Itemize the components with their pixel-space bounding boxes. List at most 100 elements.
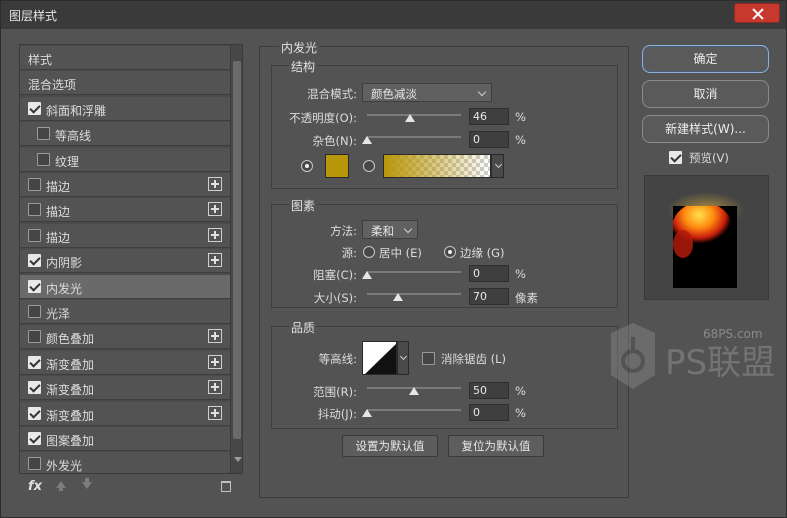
add-effect-icon[interactable] xyxy=(208,354,222,369)
style-item-11[interactable]: 颜色叠加 xyxy=(20,325,230,350)
antialias-checkbox[interactable] xyxy=(422,352,435,365)
style-item-checkbox[interactable] xyxy=(28,305,41,318)
style-item-checkbox[interactable] xyxy=(28,381,41,395)
choke-slider[interactable] xyxy=(367,271,461,273)
style-item-checkbox[interactable] xyxy=(28,254,41,268)
style-item-checkbox[interactable] xyxy=(28,457,41,471)
opacity-input[interactable]: 46 xyxy=(469,108,509,125)
close-button[interactable] xyxy=(734,3,780,23)
scrollbar-thumb[interactable] xyxy=(233,61,241,439)
style-item-checkbox[interactable] xyxy=(37,127,50,141)
style-item-14[interactable]: 渐变叠加 xyxy=(20,401,230,426)
range-input[interactable]: 50 xyxy=(469,382,509,399)
gradient-radio[interactable] xyxy=(363,160,375,172)
jitter-slider-thumb[interactable] xyxy=(362,409,372,417)
style-item-checkbox[interactable] xyxy=(28,279,41,293)
style-item-10[interactable]: 光泽 xyxy=(20,300,230,324)
noise-input[interactable]: 0 xyxy=(469,131,509,148)
style-item-label: 等高线 xyxy=(55,129,92,144)
source-edge-radio[interactable] xyxy=(444,246,456,258)
solid-color-radio[interactable] xyxy=(301,160,313,172)
move-up-icon[interactable] xyxy=(56,481,66,491)
chevron-down-icon xyxy=(403,224,413,234)
gradient-dropdown[interactable] xyxy=(491,154,504,178)
add-effect-icon[interactable] xyxy=(208,380,222,395)
style-item-12[interactable]: 渐变叠加 xyxy=(20,350,230,375)
style-item-label: 纹理 xyxy=(55,154,80,169)
cancel-button[interactable]: 取消 xyxy=(642,80,769,108)
title-bar[interactable]: 图层样式 xyxy=(1,1,786,29)
move-down-icon[interactable] xyxy=(82,478,92,489)
style-item-5[interactable]: 描边 xyxy=(20,173,230,197)
blend-mode-select[interactable]: 颜色减淡 xyxy=(362,83,492,102)
add-effect-icon[interactable] xyxy=(208,227,222,242)
fx-button[interactable]: fx xyxy=(28,479,42,494)
ok-button[interactable]: 确定 xyxy=(642,45,769,73)
glow-gradient-picker[interactable] xyxy=(383,154,491,178)
style-item-checkbox[interactable] xyxy=(28,203,41,217)
style-item-label: 内阴影 xyxy=(46,256,83,271)
scroll-down-arrow-icon[interactable] xyxy=(234,457,242,462)
style-item-4[interactable]: 纹理 xyxy=(20,147,230,172)
choke-slider-thumb[interactable] xyxy=(362,271,372,279)
contour-picker[interactable] xyxy=(362,341,397,375)
add-effect-icon[interactable] xyxy=(208,177,222,191)
style-item-16[interactable]: 外发光 xyxy=(20,452,230,473)
choke-input[interactable]: 0 xyxy=(469,265,509,282)
style-item-label: 渐变叠加 xyxy=(46,408,95,423)
size-input[interactable]: 70 xyxy=(469,288,509,305)
opacity-slider-thumb[interactable] xyxy=(405,114,416,122)
reset-default-button[interactable]: 复位为默认值 xyxy=(448,435,544,457)
style-item-checkbox[interactable] xyxy=(28,355,41,369)
glow-color-swatch[interactable] xyxy=(325,154,349,178)
noise-slider-thumb[interactable] xyxy=(362,136,372,144)
add-effect-icon[interactable] xyxy=(208,329,222,344)
layer-style-dialog: 图层样式 外发光 图案叠加 渐变叠加 渐变叠加 渐变叠加 颜色叠加 光泽 内发光 内阴影 描边 描边… xyxy=(0,0,787,518)
contour-dropdown[interactable] xyxy=(397,341,409,375)
style-item-7[interactable]: 描边 xyxy=(20,223,230,248)
style-item-label: 斜面和浮雕 xyxy=(46,103,107,118)
style-item-6[interactable]: 描边 xyxy=(20,198,230,223)
panel-title: 内发光 xyxy=(279,39,320,56)
preview-checkbox[interactable] xyxy=(669,151,682,164)
style-item-0[interactable]: 样式 xyxy=(20,46,230,70)
style-item-label: 描边 xyxy=(46,205,71,220)
range-slider-thumb[interactable] xyxy=(409,387,419,395)
style-item-checkbox[interactable] xyxy=(28,101,41,115)
blend-mode-label: 混合模式: xyxy=(307,87,357,101)
style-item-checkbox[interactable] xyxy=(37,152,50,166)
style-item-checkbox[interactable] xyxy=(28,330,41,344)
trash-icon[interactable] xyxy=(221,481,231,492)
method-select[interactable]: 柔和 xyxy=(362,220,418,239)
style-list-scrollbar[interactable] xyxy=(230,45,242,473)
style-item-label: 描边 xyxy=(46,180,71,194)
set-default-button[interactable]: 设置为默认值 xyxy=(342,435,438,457)
source-label: 源: xyxy=(341,246,357,260)
style-item-9[interactable]: 内发光 xyxy=(20,274,230,299)
style-item-checkbox[interactable] xyxy=(28,432,41,445)
style-item-checkbox[interactable] xyxy=(28,178,41,191)
size-slider[interactable] xyxy=(367,293,461,295)
noise-slider[interactable] xyxy=(367,136,461,138)
size-unit: 像素 xyxy=(515,291,538,305)
jitter-input[interactable]: 0 xyxy=(469,404,509,421)
new-style-button[interactable]: 新建样式(W)... xyxy=(642,115,769,143)
size-slider-thumb[interactable] xyxy=(393,293,404,301)
style-item-15[interactable]: 图案叠加 xyxy=(20,427,230,451)
add-effect-icon[interactable] xyxy=(208,253,222,268)
style-item-checkbox[interactable] xyxy=(28,228,41,242)
source-center-radio[interactable] xyxy=(363,246,375,258)
style-item-2[interactable]: 斜面和浮雕 xyxy=(20,96,230,121)
add-effect-icon[interactable] xyxy=(208,202,222,217)
style-item-8[interactable]: 内阴影 xyxy=(20,249,230,274)
source-edge-label: 边缘 (G) xyxy=(460,246,505,260)
choke-unit: % xyxy=(515,267,526,281)
style-list: 外发光 图案叠加 渐变叠加 渐变叠加 渐变叠加 颜色叠加 光泽 内发光 内阴影 描边 描边 描边 纹理等… xyxy=(19,44,243,474)
style-item-3[interactable]: 等高线 xyxy=(20,122,230,147)
jitter-slider[interactable] xyxy=(367,409,461,411)
add-effect-icon[interactable] xyxy=(208,405,222,420)
style-item-13[interactable]: 渐变叠加 xyxy=(20,376,230,401)
style-item-checkbox[interactable] xyxy=(28,406,41,420)
noise-unit: % xyxy=(515,133,526,147)
style-item-1[interactable]: 混合选项 xyxy=(20,71,230,96)
